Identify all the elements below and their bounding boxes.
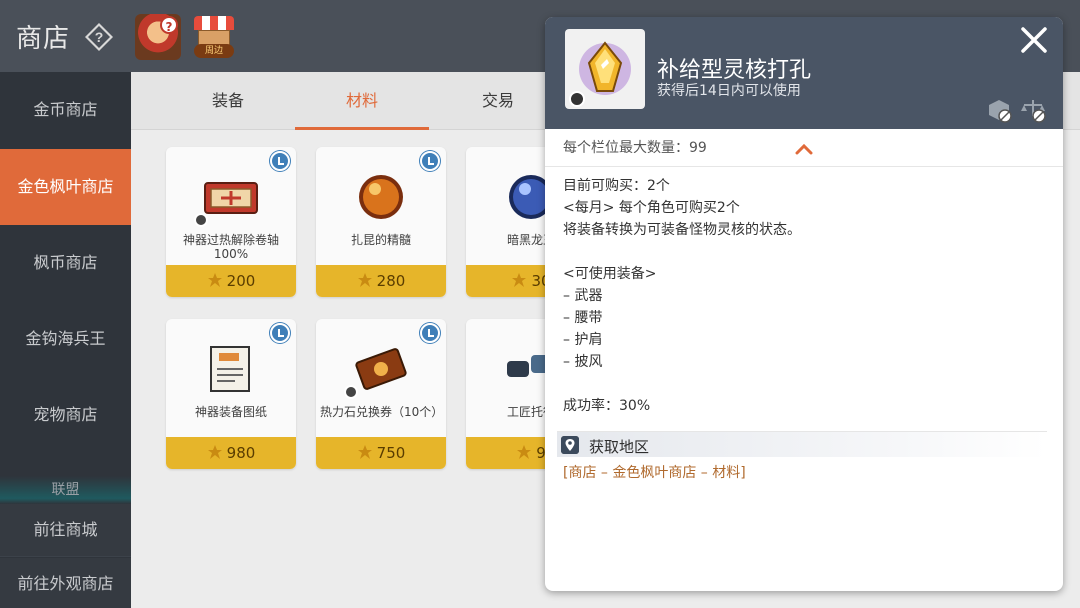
sidebar-item-golden-hook-shop[interactable]: 金钩海兵王 [0, 301, 131, 377]
product-price[interactable]: 750 [316, 437, 446, 469]
max-quantity-row: 每个栏位最大数量：99 [545, 129, 1063, 167]
maple-leaf-icon [512, 273, 527, 287]
sidebar: 金币商店 金色枫叶商店 枫币商店 金钩海兵王 宠物商店 联盟 前往商城 前往外观… [0, 72, 131, 608]
item-detail-body[interactable]: 每个栏位最大数量：99 目前可购买：2个 <每月> 每个角色可购买2个 将装备转… [545, 129, 1063, 591]
maple-leaf-icon [207, 273, 222, 287]
go-to-mall-button[interactable]: 前往商城 [0, 504, 131, 556]
product-card[interactable]: 扎昆的精髓 280 [316, 147, 446, 297]
product-card[interactable]: 神器过热解除卷轴100% 200 [166, 147, 296, 297]
description-line: 成功率：30% [563, 398, 651, 414]
maple-leaf-icon [357, 445, 372, 459]
sidebar-item-gold-coin-shop[interactable]: 金币商店 [0, 72, 131, 148]
price-value: 980 [226, 444, 256, 462]
description-line [563, 241, 801, 263]
go-to-appearance-shop-button[interactable]: 前往外观商店 [0, 558, 131, 608]
clock-icon [194, 213, 208, 227]
untradable-icon[interactable] [985, 97, 1013, 123]
price-value: 280 [376, 272, 406, 290]
coupon-icon [355, 348, 407, 390]
item-subtitle: 获得后14日内可以使用 [657, 83, 801, 99]
page-title: 商店 [16, 24, 71, 54]
description-line [563, 373, 801, 395]
clock-icon [344, 385, 358, 399]
sidebar-item-golden-maple-shop[interactable]: 金色枫叶商店 [0, 149, 131, 225]
product-name: 神器过热解除卷轴100% [182, 233, 279, 261]
maple-leaf-icon [207, 445, 222, 459]
time-limit-icon [270, 323, 290, 343]
maple-leaf-icon [517, 445, 532, 459]
description-line: <可使用装备> [563, 266, 657, 282]
sidebar-item-pet-shop[interactable]: 宠物商店 [0, 377, 131, 453]
description-line: – 护肩 [563, 332, 603, 348]
description-line: 目前可购买：2个 [563, 178, 670, 194]
no-trade-scale-icon[interactable] [1019, 97, 1047, 123]
description-line: 将装备转换为可装备怪物灵核的状态。 [563, 222, 801, 238]
acquisition-region-link[interactable]: [商店 – 金色枫叶商店 – 材料] [563, 462, 746, 482]
description-line: – 披风 [563, 354, 603, 370]
tab-equipment[interactable]: 装备 [161, 72, 295, 130]
maple-leaf-icon [357, 273, 372, 287]
product-name: 扎昆的精髓 [350, 233, 411, 247]
item-description: 目前可购买：2个 <每月> 每个角色可购买2个 将装备转换为可装备怪物灵核的状态… [563, 175, 801, 417]
scroll-icon [204, 182, 258, 214]
price-value: 200 [226, 272, 256, 290]
event-badge-icon: ? [160, 16, 178, 34]
time-limit-icon [420, 323, 440, 343]
item-detail-header: 补给型灵核打孔 获得后14日内可以使用 [545, 17, 1063, 129]
goods-shop-icon[interactable]: 周边 [192, 14, 236, 58]
sidebar-item-maple-coin-shop[interactable]: 枫币商店 [0, 225, 131, 301]
core-crystal-icon [569, 41, 631, 107]
price-value: 750 [376, 444, 406, 462]
acquisition-region-label: 获取地区 [589, 438, 650, 456]
orb-icon [359, 175, 403, 219]
description-line: <每月> 每个角色可购买2个 [563, 200, 740, 216]
time-limit-icon [270, 151, 290, 171]
location-pin-icon [561, 436, 579, 454]
goods-shop-tag: 周边 [194, 44, 234, 58]
product-card[interactable]: 神器装备图纸 980 [166, 319, 296, 469]
close-icon[interactable] [1019, 25, 1049, 55]
item-icon-frame [565, 29, 645, 109]
blueprint-icon [210, 346, 250, 392]
description-line: – 武器 [563, 288, 603, 304]
product-card[interactable]: 热力石兑换券（10个） 750 [316, 319, 446, 469]
product-price[interactable]: 980 [166, 437, 296, 469]
item-detail-panel: 补给型灵核打孔 获得后14日内可以使用 每个栏位最大数量：99 目前可购买：2个… [545, 17, 1063, 591]
product-price[interactable]: 280 [316, 265, 446, 297]
time-limit-icon [420, 151, 440, 171]
product-price[interactable]: 200 [166, 265, 296, 297]
sidebar-section-union: 联盟 [0, 476, 131, 504]
help-icon[interactable]: ? [84, 22, 114, 52]
chevron-up-icon[interactable] [795, 143, 813, 155]
product-name: 热力石兑换券（10个） [320, 405, 444, 419]
max-quantity-text: 每个栏位最大数量：99 [563, 140, 707, 156]
svg-text:?: ? [95, 29, 104, 45]
acquisition-region-bar: 获取地区 [557, 431, 1047, 457]
description-line: – 腰带 [563, 310, 603, 326]
tab-materials[interactable]: 材料 [295, 72, 429, 130]
product-name: 神器装备图纸 [194, 405, 267, 419]
